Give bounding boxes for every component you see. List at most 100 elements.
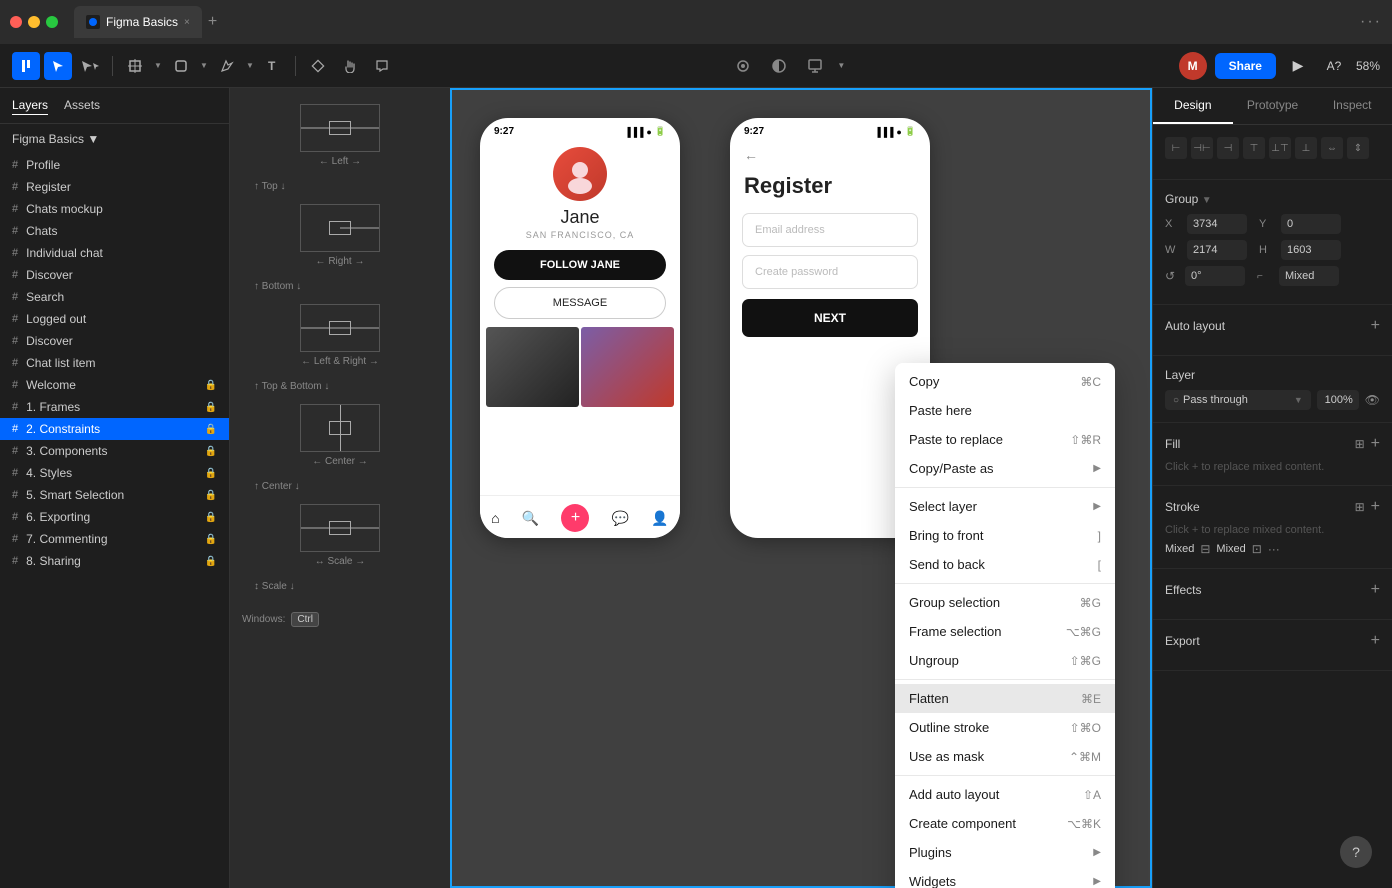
tab-layers[interactable]: Layers — [12, 96, 48, 115]
h-input[interactable] — [1281, 240, 1341, 260]
follow-button[interactable]: FOLLOW JANE — [494, 250, 666, 280]
layer-item-profile[interactable]: # Profile — [0, 154, 229, 176]
move-tool-group[interactable] — [76, 52, 104, 80]
layer-item-exporting[interactable]: # 6. Exporting 🔒 — [0, 506, 229, 528]
maximize-button[interactable] — [46, 16, 58, 28]
x-input[interactable] — [1187, 214, 1247, 234]
export-add-icon[interactable]: + — [1371, 632, 1380, 650]
message-button[interactable]: MESSAGE — [494, 287, 666, 319]
minimize-button[interactable] — [28, 16, 40, 28]
layer-item-discover2[interactable]: # Discover — [0, 330, 229, 352]
close-button[interactable] — [10, 16, 22, 28]
stroke-add-icon[interactable]: + — [1371, 498, 1380, 516]
share-button[interactable]: Share — [1215, 53, 1276, 79]
ctx-bring-to-front[interactable]: Bring to front ] — [895, 521, 1115, 550]
tab-close-icon[interactable]: × — [184, 17, 190, 28]
ctx-paste-here[interactable]: Paste here — [895, 396, 1115, 425]
layer-item-constraints[interactable]: # 2. Constraints 🔒 — [0, 418, 229, 440]
rotation-input[interactable] — [1185, 266, 1245, 286]
canvas-area[interactable]: ← Left → ↑ Top ↓ ← Right → ↑ Bottom ↓ ← … — [230, 88, 1152, 888]
email-input[interactable]: Email address — [742, 213, 918, 247]
spellcheck-button[interactable]: A? — [1320, 52, 1348, 80]
ctx-use-as-mask[interactable]: Use as mask ⌃⌘M — [895, 742, 1115, 771]
align-left-icon[interactable]: ⊢ — [1165, 137, 1187, 159]
ctx-group-selection[interactable]: Group selection ⌘G — [895, 588, 1115, 617]
ctx-send-to-back[interactable]: Send to back [ — [895, 550, 1115, 579]
more-options-icon[interactable]: ··· — [1360, 13, 1382, 31]
comment-tool-button[interactable] — [368, 52, 396, 80]
layer-item-frames[interactable]: # 1. Frames 🔒 — [0, 396, 229, 418]
align-right-icon[interactable]: ⊣ — [1217, 137, 1239, 159]
fill-add-icon[interactable]: + — [1371, 435, 1380, 453]
layer-item-smart-selection[interactable]: # 5. Smart Selection 🔒 — [0, 484, 229, 506]
ctx-add-auto-layout[interactable]: Add auto layout ⇧A — [895, 780, 1115, 809]
layer-item-individual-chat[interactable]: # Individual chat — [0, 242, 229, 264]
tab-inspect[interactable]: Inspect — [1312, 88, 1392, 124]
screen-icon[interactable] — [801, 52, 829, 80]
layer-item-register[interactable]: # Register — [0, 176, 229, 198]
ctx-ungroup[interactable]: Ungroup ⇧⌘G — [895, 646, 1115, 675]
eye-icon[interactable]: 👁 — [1365, 393, 1380, 407]
hand-tool-button[interactable] — [336, 52, 364, 80]
layer-item-styles[interactable]: # 4. Styles 🔒 — [0, 462, 229, 484]
layer-item-logged-out[interactable]: # Logged out — [0, 308, 229, 330]
shape-tool-button[interactable] — [167, 52, 195, 80]
ctx-outline-stroke[interactable]: Outline stroke ⇧⌘O — [895, 713, 1115, 742]
ctx-widgets[interactable]: Widgets ▶ — [895, 867, 1115, 888]
align-center-h-icon[interactable]: ⊣⊢ — [1191, 137, 1213, 159]
align-top-icon[interactable]: ⊤ — [1243, 137, 1265, 159]
layer-item-discover[interactable]: # Discover — [0, 264, 229, 286]
pen-tool-arrow[interactable]: ▼ — [245, 52, 255, 80]
layer-item-chat-list-item[interactable]: # Chat list item — [0, 352, 229, 374]
distribute-v-icon[interactable]: ⇕ — [1347, 137, 1369, 159]
auto-layout-add-icon[interactable]: + — [1371, 317, 1380, 335]
components-button[interactable] — [304, 52, 332, 80]
component-icon[interactable] — [729, 52, 757, 80]
figma-menu-button[interactable] — [12, 52, 40, 80]
stroke-align-icon[interactable]: ⊟ — [1200, 542, 1210, 556]
new-tab-button[interactable]: + — [208, 13, 217, 31]
y-input[interactable] — [1281, 214, 1341, 234]
frame-tool-arrow[interactable]: ▼ — [153, 52, 163, 80]
text-tool-button[interactable]: T — [259, 52, 287, 80]
stroke-grid-icon[interactable]: ⊞ — [1355, 500, 1365, 514]
pen-tool-button[interactable] — [213, 52, 241, 80]
tab-prototype[interactable]: Prototype — [1233, 88, 1313, 124]
align-center-v-icon[interactable]: ⊥⊤ — [1269, 137, 1291, 159]
layer-item-welcome[interactable]: # Welcome 🔒 — [0, 374, 229, 396]
tab-design[interactable]: Design — [1153, 88, 1233, 124]
stroke-options-icon[interactable]: ⊡ — [1252, 542, 1262, 556]
ctx-copy[interactable]: Copy ⌘C — [895, 367, 1115, 396]
active-tab[interactable]: Figma Basics × — [74, 6, 202, 38]
zoom-level[interactable]: 58% — [1356, 59, 1380, 73]
align-bottom-icon[interactable]: ⊥ — [1295, 137, 1317, 159]
ctx-flatten[interactable]: Flatten ⌘E — [895, 684, 1115, 713]
layer-item-components[interactable]: # 3. Components 🔒 — [0, 440, 229, 462]
ctx-copy-paste-as[interactable]: Copy/Paste as ▶ — [895, 454, 1115, 483]
ctx-select-layer[interactable]: Select layer ▶ — [895, 492, 1115, 521]
fill-grid-icon[interactable]: ⊞ — [1355, 437, 1365, 451]
ctx-paste-to-replace[interactable]: Paste to replace ⇧⌘R — [895, 425, 1115, 454]
password-input[interactable]: Create password — [742, 255, 918, 289]
play-button[interactable]: ▶ — [1284, 52, 1312, 80]
layer-item-sharing[interactable]: # 8. Sharing 🔒 — [0, 550, 229, 572]
ctx-create-component[interactable]: Create component ⌥⌘K — [895, 809, 1115, 838]
next-button[interactable]: NEXT — [742, 299, 918, 337]
breadcrumb[interactable]: Figma Basics ▼ — [12, 132, 99, 146]
contrast-icon[interactable] — [765, 52, 793, 80]
effects-add-icon[interactable]: + — [1371, 581, 1380, 599]
layer-item-chats-mockup[interactable]: # Chats mockup — [0, 198, 229, 220]
move-tool-button[interactable] — [44, 52, 72, 80]
frame-tool-button[interactable] — [121, 52, 149, 80]
layer-item-chats[interactable]: # Chats — [0, 220, 229, 242]
opacity-input[interactable] — [1317, 390, 1359, 410]
layer-item-commenting[interactable]: # 7. Commenting 🔒 — [0, 528, 229, 550]
layer-item-search[interactable]: # Search — [0, 286, 229, 308]
tab-assets[interactable]: Assets — [64, 96, 100, 115]
ctx-frame-selection[interactable]: Frame selection ⌥⌘G — [895, 617, 1115, 646]
w-input[interactable] — [1187, 240, 1247, 260]
stroke-more-icon[interactable]: ··· — [1268, 542, 1280, 556]
ctx-plugins[interactable]: Plugins ▶ — [895, 838, 1115, 867]
blend-mode-select[interactable]: ○ Pass through ▼ — [1165, 390, 1311, 410]
help-button[interactable]: ? — [1340, 836, 1372, 868]
